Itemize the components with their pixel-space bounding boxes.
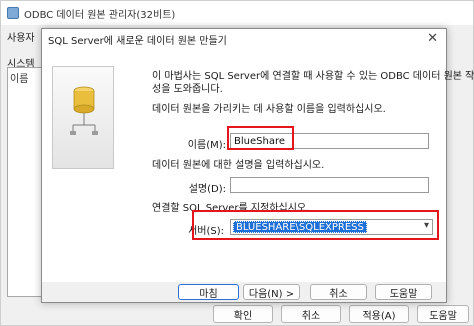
odbc-app-icon — [7, 7, 19, 19]
parent-help-button[interactable]: 도움말 — [417, 305, 469, 323]
description-prompt: 데이터 원본에 대한 설명을 입력하십시오. — [152, 160, 325, 171]
parent-titlebar: ODBC 데이터 원본 관리자(32비트) — [1, 1, 473, 25]
cancel-button[interactable]: 취소 — [310, 284, 367, 300]
database-server-icon — [70, 86, 98, 135]
name-highlight-box — [227, 126, 294, 150]
name-prompt: 데이터 원본을 가리키는 데 사용할 이름을 입력하십시오. — [152, 104, 386, 115]
description-field[interactable] — [230, 177, 429, 193]
wizard-image-panel — [52, 66, 114, 169]
parent-ok-button[interactable]: 확인 — [213, 305, 273, 323]
parent-apply-button[interactable]: 적용(A) — [349, 305, 409, 323]
dialog-titlebar: SQL Server에 새로운 데이터 원본 만들기 ✕ — [42, 29, 446, 49]
dialog-title: SQL Server에 새로운 데이터 원본 만들기 — [48, 35, 227, 47]
parent-cancel-button[interactable]: 취소 — [281, 305, 341, 323]
description-label: 설명(D): — [188, 184, 226, 195]
close-icon[interactable]: ✕ — [427, 31, 438, 46]
tab-user-dsn[interactable]: 사용자 — [7, 29, 35, 44]
finish-button[interactable]: 마침 — [178, 284, 239, 300]
server-highlight-box — [192, 210, 439, 240]
dialog-body: 이 마법사는 SQL Server에 연결할 때 사용할 수 있는 ODBC 데… — [42, 49, 474, 302]
name-label: 이름(M): — [187, 140, 226, 151]
dsn-list-name-header[interactable]: 이름 — [10, 70, 28, 85]
intro-text-line-2: 성을 도와줍니다. — [152, 84, 223, 95]
next-button[interactable]: 다음(N) > — [243, 284, 300, 300]
dialog-footer: 마침 다음(N) > 취소 도움말 — [42, 282, 446, 302]
help-button[interactable]: 도움말 — [375, 284, 432, 300]
parent-window-title: ODBC 데이터 원본 관리자(32비트) — [24, 9, 176, 21]
create-datasource-dialog: SQL Server에 새로운 데이터 원본 만들기 ✕ 이 마법사는 SQL … — [41, 28, 474, 303]
